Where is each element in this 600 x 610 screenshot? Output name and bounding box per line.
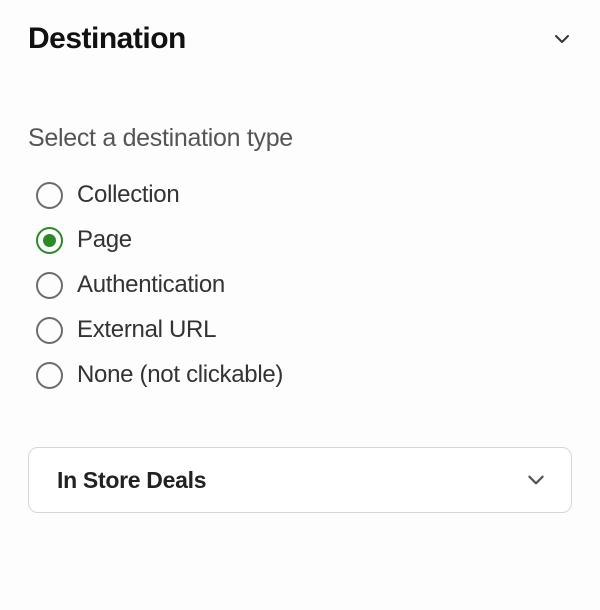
page-select[interactable]: In Store Deals	[28, 447, 572, 513]
radio-button-icon	[36, 182, 63, 209]
radio-collection[interactable]: Collection	[36, 181, 572, 209]
radio-label: Page	[77, 226, 132, 254]
chevron-down-icon	[525, 469, 547, 491]
radio-page[interactable]: Page	[36, 226, 572, 254]
section-title: Destination	[28, 22, 186, 56]
radio-authentication[interactable]: Authentication	[36, 271, 572, 299]
radio-button-icon	[36, 362, 63, 389]
radio-button-icon	[36, 317, 63, 344]
radio-label: Collection	[77, 181, 179, 209]
destination-type-prompt: Select a destination type	[28, 124, 572, 153]
radio-button-icon	[36, 272, 63, 299]
radio-button-selected-icon	[36, 227, 63, 254]
section-header[interactable]: Destination	[28, 22, 572, 56]
destination-type-radio-group: Collection Page Authentication External …	[28, 181, 572, 389]
radio-label: External URL	[77, 316, 216, 344]
radio-label: None (not clickable)	[77, 361, 283, 389]
radio-label: Authentication	[77, 271, 225, 299]
chevron-down-icon	[552, 29, 572, 49]
radio-none[interactable]: None (not clickable)	[36, 361, 572, 389]
select-value: In Store Deals	[57, 467, 206, 494]
radio-external-url[interactable]: External URL	[36, 316, 572, 344]
